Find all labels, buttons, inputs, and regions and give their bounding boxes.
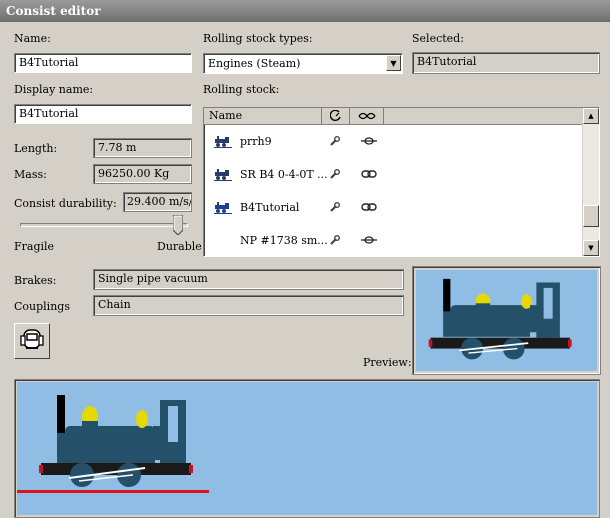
rolling-stock-list[interactable]: Name prrh9 SR B4 0-4-0T ... B4Tutorial N… (203, 107, 600, 257)
length-label: Length: (14, 142, 58, 155)
loco-image (428, 278, 572, 360)
engine-icon (214, 169, 232, 184)
list-item[interactable]: SR B4 0-4-0T ... (206, 159, 584, 191)
large-preview-frame (14, 379, 600, 518)
name-label: Name: (14, 32, 51, 45)
brakes-label: Brakes: (14, 274, 57, 287)
list-item[interactable]: NP #1738 sm... (206, 225, 584, 257)
link-coupling-icon (361, 202, 377, 215)
list-item-name: B4Tutorial (240, 201, 300, 214)
durability-column-icon[interactable] (322, 108, 350, 124)
display-name-label: Display name: (14, 83, 94, 96)
chain-coupling-icon (361, 136, 377, 149)
name-input[interactable]: B4Tutorial (14, 53, 192, 73)
couplings-label: Couplings (14, 300, 70, 313)
window-title: Consist editor (6, 4, 101, 18)
mass-value: 96250.00 Kg (93, 164, 192, 184)
list-item[interactable]: prrh9 (206, 126, 584, 158)
rolling-stock-label: Rolling stock: (203, 83, 280, 96)
rolling-stock-types-value: Engines (Steam) (208, 57, 301, 70)
engine-icon (214, 136, 232, 151)
consist-durability-label: Consist durability: (14, 197, 117, 210)
durable-label: Durable (157, 240, 202, 253)
wrench-icon (329, 234, 341, 249)
large-preview-image (17, 382, 597, 515)
list-item-name: NP #1738 sm... (240, 234, 328, 247)
title-bar[interactable]: Consist editor (0, 0, 610, 22)
link-coupling-icon (361, 169, 377, 182)
scroll-up-icon[interactable]: ▲ (583, 108, 599, 124)
fragile-label: Fragile (14, 240, 55, 253)
engine-icon (214, 202, 232, 217)
driver-icon (19, 327, 45, 356)
mass-label: Mass: (14, 168, 47, 181)
wrench-icon (329, 135, 341, 150)
couplings-value: Chain (93, 295, 404, 316)
preview-label: Preview: (363, 356, 412, 369)
chain-coupling-icon (361, 235, 377, 248)
rolling-stock-types-label: Rolling stock types: (203, 32, 313, 45)
wrench-icon (329, 168, 341, 183)
display-name-input[interactable]: B4Tutorial (14, 104, 192, 124)
brakes-value: Single pipe vacuum (93, 269, 404, 290)
list-item-name: SR B4 0-4-0T ... (240, 168, 328, 181)
list-item[interactable]: B4Tutorial (206, 192, 584, 224)
list-header: Name (204, 108, 599, 125)
driver-button[interactable] (14, 323, 50, 359)
dropdown-arrow-icon[interactable]: ▼ (386, 55, 401, 71)
loco-image-large (39, 395, 193, 487)
list-scrollbar[interactable]: ▲ ▼ (582, 108, 599, 256)
wrench-icon (329, 201, 341, 216)
length-value: 7.78 m (93, 138, 192, 158)
rail-length-marker (17, 490, 209, 493)
scroll-down-icon[interactable]: ▼ (583, 240, 599, 256)
selected-label: Selected: (412, 32, 464, 45)
column-header-name[interactable]: Name (204, 108, 322, 124)
list-item-name: prrh9 (240, 135, 272, 148)
coupling-column-icon[interactable] (350, 108, 384, 124)
durability-value: 29.400 m/s/s (123, 192, 192, 212)
durability-slider-track[interactable] (20, 223, 188, 227)
rolling-stock-types-select[interactable]: Engines (Steam) ▼ (203, 53, 403, 74)
preview-frame (412, 266, 601, 375)
selected-value: B4Tutorial (412, 52, 600, 74)
durability-slider-thumb[interactable] (172, 214, 184, 236)
preview-image (416, 270, 597, 371)
scroll-thumb[interactable] (583, 205, 599, 227)
